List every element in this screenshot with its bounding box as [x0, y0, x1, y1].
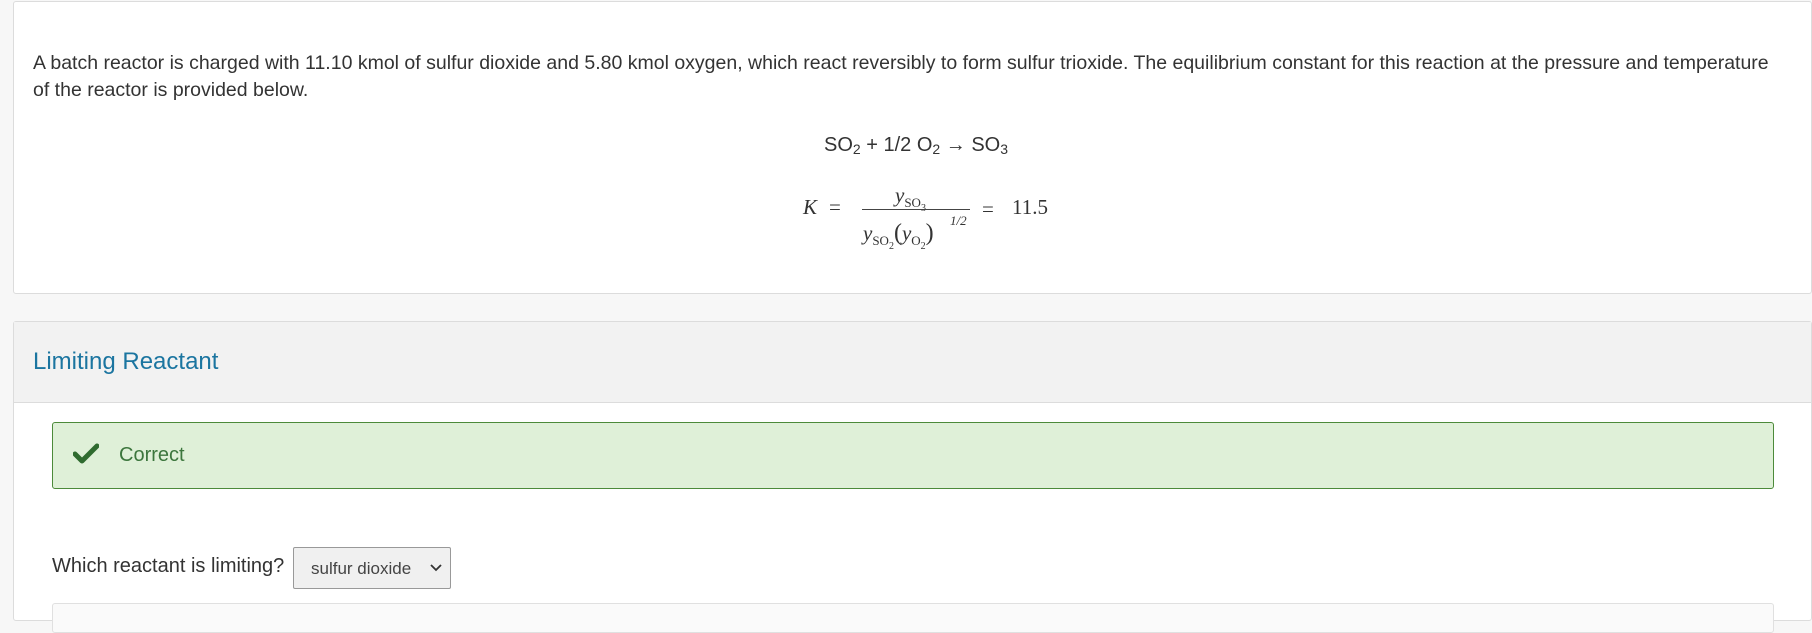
denominator-sub1-text: SO — [872, 233, 889, 248]
fraction-bar — [862, 209, 970, 210]
reaction-so2-subscript: 2 — [852, 141, 861, 157]
numerator-y: y — [895, 183, 905, 207]
k-value: 11.5 — [1012, 195, 1048, 219]
open-paren: ( — [893, 220, 902, 246]
correct-text: Correct — [119, 444, 185, 466]
reaction-so3-subscript: 3 — [1000, 141, 1009, 157]
close-paren: ) — [925, 220, 934, 246]
fraction-denominator: ySO2(yO2) — [863, 220, 934, 252]
equals-sign-2: = — [982, 197, 994, 221]
reaction-plus-o2: + 1/2 O — [860, 134, 933, 156]
numerator-sub-text: SO — [904, 195, 921, 210]
check-icon — [73, 443, 99, 464]
reaction-so2: SO — [824, 134, 853, 156]
section-title: Limiting Reactant — [33, 348, 219, 375]
equals-sign: = — [829, 195, 841, 219]
numerator-subscript: SO3 — [904, 195, 926, 214]
denominator-subscript1: SO2 — [872, 233, 894, 252]
correct-feedback-banner: Correct — [52, 422, 1774, 489]
equilibrium-constant-equation: K = ySO3 ySO2(yO2) 1/2 = 11.5 — [791, 183, 1071, 263]
reaction-arrow-so3: → SO — [940, 134, 1001, 156]
limiting-reactant-section: Limiting Reactant Correct Which reactant… — [13, 321, 1812, 633]
limiting-reactant-select[interactable]: sulfur dioxide — [293, 547, 451, 589]
problem-statement: A batch reactor is charged with 11.10 km… — [33, 52, 1769, 101]
denominator-subscript2: O2 — [911, 233, 925, 252]
denominator-subsub1: 2 — [888, 241, 894, 252]
select-value: sulfur dioxide — [311, 559, 412, 578]
denominator-y2: y — [901, 221, 912, 245]
reaction-o2-subscript: 2 — [932, 141, 941, 157]
denominator-sub2-text: O — [911, 233, 921, 248]
problem-card: A batch reactor is charged with 11.10 km… — [13, 1, 1812, 294]
question-label: Which reactant is limiting? — [52, 555, 285, 577]
denominator-subsub2: 2 — [920, 241, 926, 252]
chevron-down-icon — [430, 564, 442, 572]
exponent: 1/2 — [950, 213, 967, 228]
fraction-numerator: ySO3 — [895, 183, 926, 214]
section-header: Limiting Reactant — [14, 322, 1811, 403]
reaction-equation: SO2 + 1/2 O2 → SO3 — [824, 134, 1008, 157]
denominator-y1: y — [863, 221, 873, 245]
k-symbol: K — [803, 195, 818, 219]
